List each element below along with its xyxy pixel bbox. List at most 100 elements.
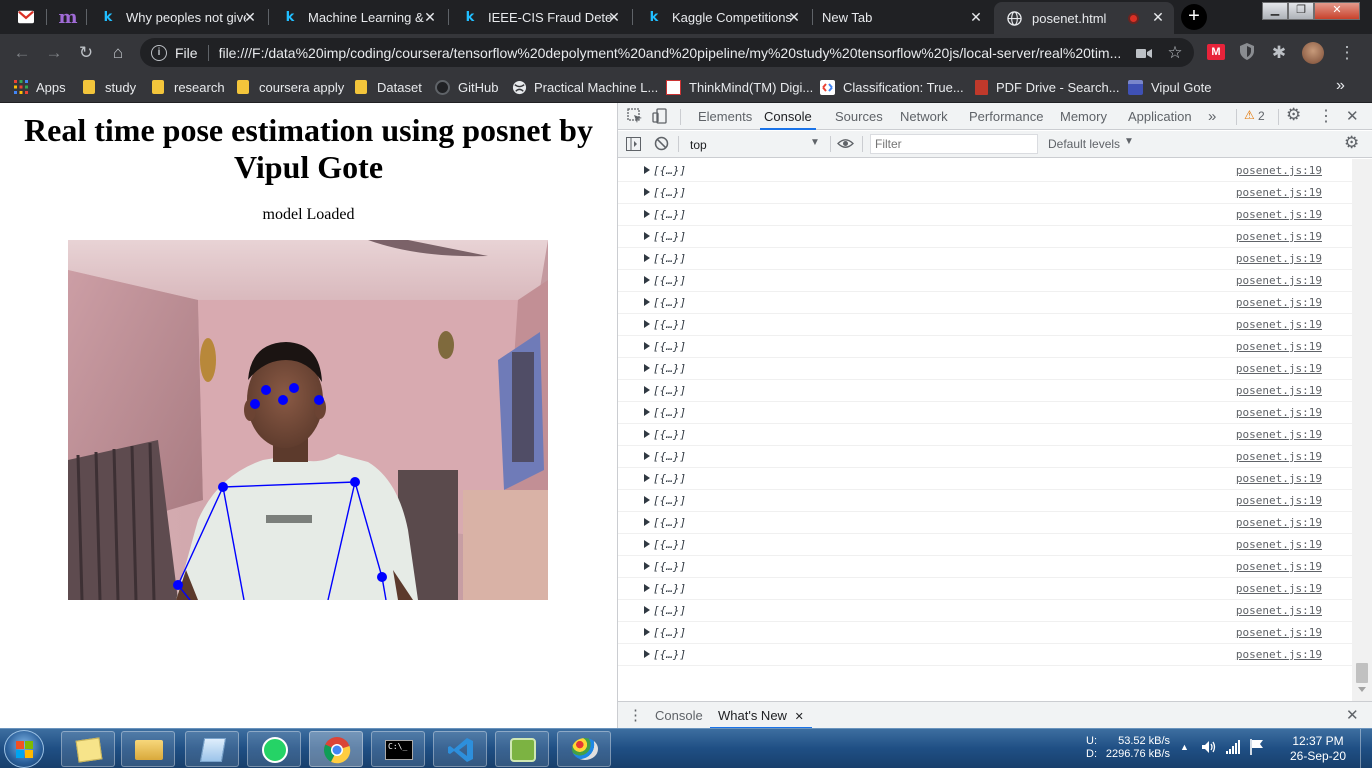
maximize-button[interactable]: ❐ [1288, 2, 1314, 20]
taskbar-whatsapp[interactable] [247, 731, 301, 767]
console-log-row[interactable]: [{…}] posenet.js:19 [618, 556, 1352, 578]
log-source-link[interactable]: posenet.js:19 [1236, 472, 1322, 485]
log-message[interactable]: [{…}] [653, 186, 686, 199]
console-log-row[interactable]: [{…}] posenet.js:19 [618, 490, 1352, 512]
drawer-tab-console[interactable]: Console [655, 708, 703, 723]
system-clock[interactable]: 12:37 PM 26-Sep-20 [1278, 734, 1358, 764]
log-source-link[interactable]: posenet.js:19 [1236, 318, 1322, 331]
log-message[interactable]: [{…}] [653, 340, 686, 353]
volume-icon[interactable] [1200, 738, 1218, 759]
bookmark-vipul-gote[interactable]: Vipul Gote [1128, 77, 1211, 97]
tab-console[interactable]: Console [760, 103, 816, 130]
log-source-link[interactable]: posenet.js:19 [1236, 406, 1322, 419]
log-source-link[interactable]: posenet.js:19 [1236, 648, 1322, 661]
log-source-link[interactable]: posenet.js:19 [1236, 252, 1322, 265]
log-source-link[interactable]: posenet.js:19 [1236, 516, 1322, 529]
close-icon[interactable]: ✕ [786, 9, 802, 25]
expand-triangle-icon[interactable] [644, 562, 650, 570]
bookmark-study[interactable]: study [83, 77, 136, 97]
sidebar-toggle-icon[interactable] [626, 137, 641, 154]
console-log-row[interactable]: [{…}] posenet.js:19 [618, 182, 1352, 204]
log-source-link[interactable]: posenet.js:19 [1236, 384, 1322, 397]
console-log-row[interactable]: [{…}] posenet.js:19 [618, 402, 1352, 424]
log-message[interactable]: [{…}] [653, 516, 686, 529]
camera-icon[interactable] [1136, 47, 1152, 62]
expand-triangle-icon[interactable] [644, 540, 650, 548]
close-window-button[interactable]: ✕ [1314, 2, 1360, 20]
log-message[interactable]: [{…}] [653, 230, 686, 243]
log-message[interactable]: [{…}] [653, 560, 686, 573]
network-signal-icon[interactable] [1225, 739, 1241, 758]
expand-triangle-icon[interactable] [644, 254, 650, 262]
tab-ieee-fraud[interactable]: k IEEE-CIS Fraud Detecti ✕ [450, 0, 630, 34]
context-selector[interactable]: top ▼ [684, 134, 824, 154]
log-source-link[interactable]: posenet.js:19 [1236, 230, 1322, 243]
tab-machine-learning[interactable]: k Machine Learning & D ✕ [270, 0, 446, 34]
close-icon[interactable]: ✕ [242, 9, 258, 25]
console-filter-input[interactable] [870, 134, 1038, 154]
tab-sources[interactable]: Sources [835, 103, 883, 130]
taskbar-vscode[interactable] [433, 731, 487, 767]
action-center-flag-icon[interactable] [1249, 738, 1265, 759]
console-log-row[interactable]: [{…}] posenet.js:19 [618, 380, 1352, 402]
console-log-row[interactable]: [{…}] posenet.js:19 [618, 534, 1352, 556]
taskbar-notepad[interactable] [185, 731, 239, 767]
expand-triangle-icon[interactable] [644, 166, 650, 174]
console-settings-gear-icon[interactable]: ⚙ [1344, 133, 1359, 153]
expand-triangle-icon[interactable] [644, 430, 650, 438]
expand-triangle-icon[interactable] [644, 320, 650, 328]
console-log-row[interactable]: [{…}] posenet.js:19 [618, 270, 1352, 292]
log-source-link[interactable]: posenet.js:19 [1236, 538, 1322, 551]
bookmark-dataset[interactable]: Dataset [355, 77, 422, 97]
drawer-tab-whats-new[interactable]: What's New ✕ [710, 702, 812, 729]
avatar[interactable] [1302, 42, 1324, 64]
log-source-link[interactable]: posenet.js:19 [1236, 560, 1322, 573]
expand-triangle-icon[interactable] [644, 408, 650, 416]
bookmark-apps[interactable]: Apps [14, 77, 66, 97]
console-scrollbar[interactable] [1352, 159, 1372, 701]
log-source-link[interactable]: posenet.js:19 [1236, 208, 1322, 221]
tab-performance[interactable]: Performance [969, 103, 1043, 130]
log-source-link[interactable]: posenet.js:19 [1236, 604, 1322, 617]
minimize-button[interactable]: ▁ [1262, 2, 1288, 20]
expand-triangle-icon[interactable] [644, 386, 650, 394]
console-log-list[interactable]: [{…}] posenet.js:19 [{…}] posenet.js:19 [{…}… [618, 159, 1372, 701]
log-message[interactable]: [{…}] [653, 318, 686, 331]
tab-why-peoples[interactable]: k Why peoples not give ✕ [88, 0, 266, 34]
log-source-link[interactable]: posenet.js:19 [1236, 274, 1322, 287]
bookmark-research[interactable]: research [152, 77, 225, 97]
address-bar[interactable]: i File file:///F:/data%20imp/coding/cour… [140, 38, 1194, 67]
star-icon[interactable]: ☆ [1164, 42, 1186, 64]
console-log-row[interactable]: [{…}] posenet.js:19 [618, 226, 1352, 248]
close-icon[interactable]: ✕ [422, 9, 438, 25]
log-source-link[interactable]: posenet.js:19 [1236, 296, 1322, 309]
scroll-down-arrow-icon[interactable] [1358, 687, 1366, 692]
bookmark-coursera-apply[interactable]: coursera apply [237, 77, 344, 97]
tab-elements[interactable]: Elements [698, 103, 752, 130]
log-message[interactable]: [{…}] [653, 362, 686, 375]
shield-icon[interactable] [1240, 43, 1254, 63]
log-message[interactable]: [{…}] [653, 296, 686, 309]
home-icon[interactable]: ⌂ [107, 42, 129, 64]
close-drawer-icon[interactable]: ✕ [1346, 706, 1359, 724]
console-log-row[interactable]: [{…}] posenet.js:19 [618, 160, 1352, 182]
inspect-element-icon[interactable] [627, 108, 643, 127]
log-source-link[interactable]: posenet.js:19 [1236, 428, 1322, 441]
log-source-link[interactable]: posenet.js:19 [1236, 362, 1322, 375]
warning-count[interactable]: 2 [1258, 109, 1265, 123]
menu-icon[interactable]: ⋮ [1336, 42, 1358, 64]
taskbar-android-studio[interactable] [495, 731, 549, 767]
device-toolbar-icon[interactable] [652, 108, 668, 127]
log-message[interactable]: [{…}] [653, 164, 686, 177]
tab-application[interactable]: Application [1128, 103, 1192, 130]
bookmarks-overflow-icon[interactable]: » [1336, 77, 1345, 95]
tab-new-tab[interactable]: New Tab ✕ [814, 0, 992, 34]
console-log-row[interactable]: [{…}] posenet.js:19 [618, 468, 1352, 490]
log-source-link[interactable]: posenet.js:19 [1236, 494, 1322, 507]
close-icon[interactable]: ✕ [968, 9, 984, 25]
log-message[interactable]: [{…}] [653, 406, 686, 419]
tab-posenet[interactable]: posenet.html ✕ [994, 2, 1174, 34]
tab-memory[interactable]: Memory [1060, 103, 1107, 130]
bookmark-practical-ml[interactable]: Practical Machine L... [512, 77, 658, 97]
log-source-link[interactable]: posenet.js:19 [1236, 340, 1322, 353]
